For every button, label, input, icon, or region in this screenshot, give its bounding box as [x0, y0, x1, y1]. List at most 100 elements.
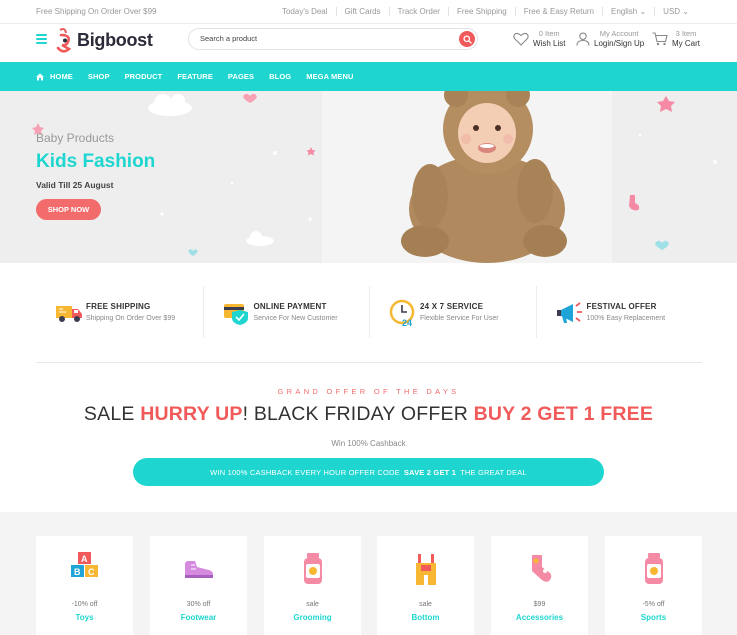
wishlist-count: 0 Item [538, 29, 560, 38]
cashback-banner[interactable]: WIN 100% CASHBACK EVERY HOUR OFFER CODE … [133, 458, 604, 486]
feature-festival-offer: FESTIVAL OFFER 100% Easy Replacement [535, 286, 703, 338]
category-card-footwear[interactable]: 30% off Footwear [150, 536, 247, 635]
category-name: Toys [75, 613, 94, 622]
category-name: Bottom [411, 613, 440, 622]
feature-online-payment: ONLINE PAYMENT Service For New Customer [202, 286, 370, 338]
search-button[interactable] [459, 31, 475, 47]
category-discount: sale [306, 601, 319, 608]
feature-subtitle: Service For New Customer [253, 315, 338, 322]
cashback-text: Win 100% Cashback [331, 439, 406, 448]
cart-count: 3 Item [675, 29, 697, 38]
wishlist-link[interactable]: 0 Item Wish List [513, 29, 565, 49]
svg-text:24: 24 [402, 318, 412, 327]
free-shipping-promo: Free Shipping On Order Over $99 [36, 7, 157, 16]
category-discount: sale [419, 601, 432, 608]
features-row: FREE SHIPPING Shipping On Order Over $99… [36, 286, 702, 338]
feature-free-shipping: FREE SHIPPING Shipping On Order Over $99 [36, 286, 203, 338]
section-divider [36, 362, 702, 363]
account-link[interactable]: My Account Login/Sign Up [576, 29, 644, 49]
nav-item-pages[interactable]: PAGES [228, 72, 254, 81]
logo[interactable]: Bigboost [55, 27, 153, 53]
socks-icon [531, 555, 551, 582]
free-easy-return-link[interactable]: Free & Easy Return [514, 7, 602, 16]
category-name: Grooming [293, 613, 332, 622]
baby-jar-icon [644, 553, 663, 584]
currency-select[interactable]: USD ⌄ [654, 7, 697, 16]
account-title: My Account [599, 29, 639, 38]
nav-item-feature[interactable]: FEATURE [177, 72, 213, 81]
nav-item-mega-menu[interactable]: MEGA MENU [306, 72, 353, 81]
shoe-icon [184, 561, 213, 578]
hurry-up-text: HURRY UP [140, 403, 243, 425]
gift-cards-link[interactable]: Gift Cards [335, 7, 389, 16]
language-select[interactable]: English ⌄ [602, 7, 654, 16]
category-card-bottom[interactable]: sale Bottom [377, 536, 474, 635]
category-card-toys[interactable]: A B C -10% off Toys [36, 536, 133, 635]
top-bar: Free Shipping On Order Over $99 Today's … [0, 0, 737, 24]
shop-now-button[interactable]: SHOP NOW [36, 199, 101, 220]
banner-text-1: WIN 100% CASHBACK EVERY HOUR OFFER CODE [210, 467, 400, 477]
todays-deal-link[interactable]: Today's Deal [274, 7, 336, 16]
category-card-grooming[interactable]: sale Grooming [264, 536, 361, 635]
site-header: Bigboost 0 Item Wish List My Account Log… [0, 24, 737, 62]
category-name: Sports [640, 613, 667, 622]
megaphone-icon [556, 302, 582, 323]
svg-text:A: A [81, 554, 88, 564]
category-discount: $99 [533, 601, 546, 608]
hero-decoration [32, 91, 717, 263]
hero-banner: Baby Products Kids Fashion Valid Till 25… [0, 91, 737, 263]
wishlist-label: Wish List [533, 39, 566, 48]
nav-item-blog[interactable]: BLOG [269, 72, 291, 81]
buy2get1-text: BUY 2 GET 1 FREE [473, 403, 654, 425]
top-links: Today's Deal Gift Cards Track Order Free… [274, 7, 697, 16]
nav-item-shop[interactable]: SHOP [88, 72, 110, 81]
abc-blocks-icon: A B C [70, 552, 98, 577]
feature-subtitle: Shipping On Order Over $99 [86, 315, 176, 322]
search-icon [462, 34, 472, 44]
cart-link[interactable]: 3 Item My Cart [652, 29, 700, 49]
card-shield-icon [223, 304, 248, 325]
free-shipping-link[interactable]: Free Shipping [447, 7, 515, 16]
category-name: Accessories [515, 613, 564, 622]
hero-title: Kids Fashion [36, 151, 156, 172]
user-icon [576, 32, 590, 46]
main-nav: HOME SHOP PRODUCT FEATURE PAGES BLOG MEG… [0, 62, 737, 91]
feature-title: ONLINE PAYMENT [253, 302, 327, 311]
search-bar [188, 28, 478, 50]
cart-icon [652, 32, 668, 46]
offer-eyebrow: GRAND OFFER OF THE DAYS [277, 387, 460, 396]
sale-headline: SALE HURRY UP! BLACK FRIDAY OFFER BUY 2 … [0, 403, 737, 426]
nav-item-product[interactable]: PRODUCT [125, 72, 163, 81]
track-order-link[interactable]: Track Order [388, 7, 448, 16]
home-icon[interactable] [36, 73, 44, 81]
svg-text:C: C [88, 567, 95, 577]
feature-title: 24 X 7 SERVICE [420, 302, 484, 311]
category-card-accessories[interactable]: $99 Accessories [491, 536, 588, 635]
svg-text:B: B [74, 567, 81, 577]
nav-item-home[interactable]: HOME [50, 72, 73, 81]
heart-icon [513, 32, 529, 46]
feature-24x7-service: 24 24 X 7 SERVICE Flexible Service For U… [369, 286, 536, 338]
feature-title: FREE SHIPPING [86, 302, 151, 311]
categories-section: A B C -10% off Toys 30% off Footwear sal… [0, 512, 737, 635]
baby-bottle-icon [303, 553, 322, 584]
overalls-icon [415, 554, 436, 585]
hero-subtitle: Baby Products [36, 131, 115, 145]
clock-24-icon: 24 [389, 299, 415, 327]
truck-icon [56, 306, 82, 322]
category-discount: -10% off [71, 601, 98, 608]
feature-subtitle: Flexible Service For User [420, 315, 499, 322]
logo-text: Bigboost [77, 29, 153, 50]
category-name: Footwear [180, 613, 217, 622]
menu-icon[interactable] [36, 34, 47, 44]
feature-subtitle: 100% Easy Replacement [586, 315, 666, 322]
category-card-sports[interactable]: -5% off Sports [605, 536, 702, 635]
category-discount: 30% off [186, 601, 211, 608]
hero-valid-date: Valid Till 25 August [36, 180, 114, 190]
feature-title: FESTIVAL OFFER [586, 302, 657, 311]
cart-label: My Cart [672, 39, 700, 48]
category-discount: -5% off [642, 601, 665, 608]
banner-code: SAVE 2 GET 1 [403, 467, 457, 477]
search-input[interactable] [200, 34, 440, 43]
logo-icon [56, 28, 72, 53]
